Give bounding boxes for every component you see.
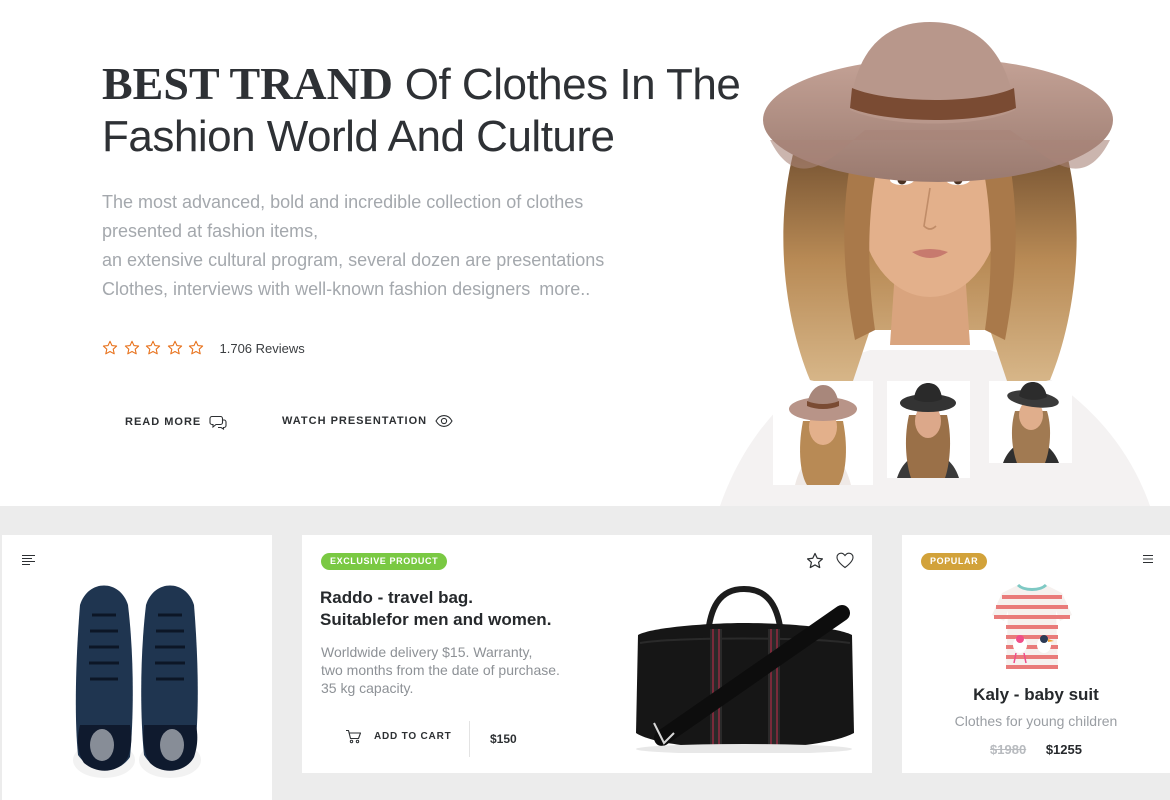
product-card-travel-bag[interactable]: EXCLUSIVE PRODUCT Raddo - travel bag. Su… (302, 535, 872, 773)
travel-bag-image (636, 585, 854, 753)
thumbnail-image (773, 381, 873, 485)
product-desc-line: Worldwide delivery $15. Warranty, (321, 644, 533, 660)
hero-desc-line: The most advanced, bold and incredible c… (102, 192, 584, 212)
read-more-label: READ MORE (125, 416, 202, 428)
old-price: $1980 (990, 742, 1027, 757)
menu-lines-icon[interactable] (1142, 554, 1154, 564)
product-card-shoes[interactable] (2, 535, 272, 800)
product-title: Kaly - baby suit (973, 685, 1099, 704)
thumbnail-model-1[interactable] (773, 381, 873, 485)
rating: 1.706 Reviews (102, 340, 305, 356)
hero-section: BEST TRAND Of Clothes In The Fashion Wor… (0, 0, 1170, 506)
product-desc-line: 35 kg capacity. (321, 680, 414, 696)
thumbnail-model-2[interactable] (887, 381, 970, 478)
product-desc-line: two months from the date of purchase. (321, 662, 560, 678)
star-icon[interactable] (188, 340, 204, 356)
eye-icon (435, 415, 453, 427)
watch-presentation-button[interactable]: WATCH PRESENTATION (282, 414, 453, 428)
more-link[interactable]: more.. (539, 279, 590, 299)
product-price: $150 (490, 732, 517, 746)
hero-desc-line: Clothes, interviews with well-known fash… (102, 275, 662, 304)
sneakers-image (73, 585, 201, 778)
star-outline-icon[interactable] (806, 552, 824, 570)
read-more-button[interactable]: READ MORE (125, 414, 227, 430)
hero-title: BEST TRAND Of Clothes In The Fashion Wor… (102, 58, 742, 163)
thumbnail-image (887, 381, 970, 478)
divider (469, 721, 470, 757)
baby-suit-image (992, 583, 1072, 669)
hero-description: The most advanced, bold and incredible c… (102, 188, 662, 304)
hero-title-strong: BEST TRAND (102, 58, 394, 109)
popular-badge: POPULAR (921, 553, 988, 570)
star-icon[interactable] (167, 340, 183, 356)
cart-icon (346, 729, 362, 744)
product-card-baby-suit[interactable]: POPULAR Kaly - baby suit Clothes for you… (902, 535, 1170, 773)
add-to-cart-button[interactable]: ADD TO CART (345, 729, 452, 744)
product-title-line: Suitablefor men and women. (320, 610, 552, 629)
current-price: $1255 (1045, 742, 1082, 757)
add-to-cart-label: ADD TO CART (374, 731, 452, 742)
star-icon[interactable] (102, 340, 118, 356)
heart-outline-icon[interactable] (836, 552, 854, 569)
thumbnail-image (989, 381, 1072, 463)
thumbnail-model-3[interactable] (989, 381, 1072, 463)
hero-desc-line: an extensive cultural program, several d… (102, 250, 605, 270)
product-description: Worldwide delivery $15. Warranty, two mo… (321, 643, 601, 697)
hero-model-image (690, 0, 1170, 506)
product-title-line: Raddo - travel bag. (320, 588, 474, 607)
product-subtitle: Clothes for young children (954, 713, 1118, 729)
product-prices: $1980 $1255 (902, 742, 1170, 757)
star-icon[interactable] (124, 340, 140, 356)
exclusive-badge: EXCLUSIVE PRODUCT (321, 553, 448, 570)
product-title: Raddo - travel bag. Suitablefor men and … (320, 587, 600, 631)
reviews-count[interactable]: 1.706 Reviews (220, 341, 305, 356)
menu-lines-icon[interactable] (21, 554, 37, 566)
hero-desc-line-text: Clothes, interviews with well-known fash… (102, 279, 531, 299)
star-icon[interactable] (145, 340, 161, 356)
chat-bubble-icon (209, 415, 227, 430)
hero-desc-line: presented at fashion items, (102, 221, 319, 241)
watch-presentation-label: WATCH PRESENTATION (282, 415, 428, 427)
